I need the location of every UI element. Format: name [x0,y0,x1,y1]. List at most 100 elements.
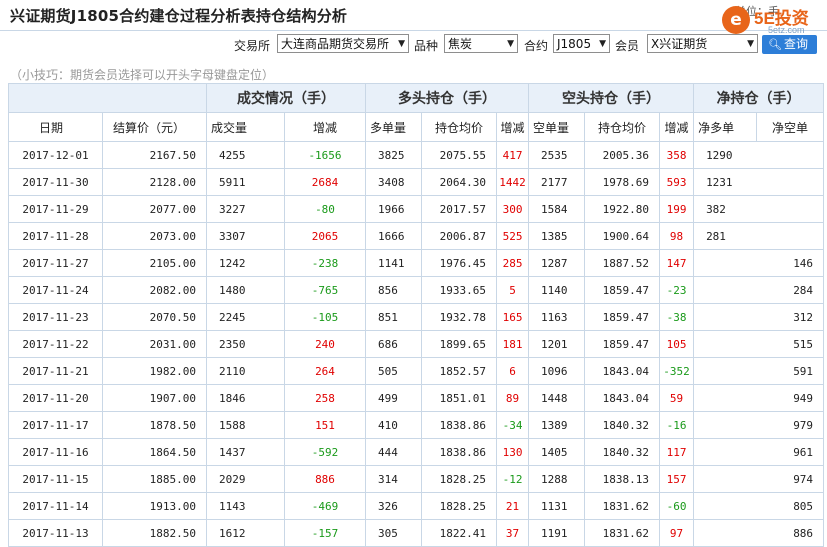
volume-change-cell: -80 [284,195,366,223]
position-table: 成交情况（手） 多头持仓（手） 空头持仓（手） 净持仓（手） 日期 结算价（元）成… [8,83,825,547]
net-long-cell [693,411,757,439]
variety-select[interactable]: 焦炭 ▼ [444,34,518,53]
net-long-cell [693,357,757,385]
table-row: 2017-11-17 1878.50 1588 151 410 1838.86 -34 138… [8,411,825,439]
net-long-cell [693,519,757,547]
volume-change-cell: -105 [284,303,366,331]
settle-price-cell: 2073.00 [102,222,207,250]
volume-change-cell: 2065 [284,222,366,250]
short-change-cell: 59 [659,384,695,412]
date-cell: 2017-11-24 [8,276,103,304]
long-qty-cell: 3408 [365,168,422,196]
long-avg-price-cell: 2075.55 [421,141,497,169]
short-qty-cell: 1096 [528,357,586,385]
member-select[interactable]: X兴证期货 ▼ [647,34,758,53]
contract-select[interactable]: J1805 ▼ [553,34,610,53]
volume-cell: 1143 [206,492,285,520]
long-qty-cell: 505 [365,357,422,385]
net-short-cell: 146 [756,249,825,277]
table-body: 2017-12-01 2167.50 4255 -1656 3825 2075.55 417… [8,141,825,547]
settle-price-cell: 1907.00 [102,384,207,412]
volume-header: 成交量 [206,112,285,142]
long-change-cell: 37 [495,519,530,547]
net-long-cell [693,276,757,304]
settle-price-cell: 1882.50 [102,519,207,547]
net-short-cell: 979 [756,411,825,439]
short-avg-price-cell: 1859.47 [584,276,661,304]
settle-price-header: 结算价（元） [102,112,207,142]
long-qty-cell: 410 [365,411,422,439]
long-change-cell: 300 [495,195,530,223]
volume-change-cell: -765 [284,276,366,304]
group-header-volume: 成交情况（手） [206,83,366,113]
short-avg-price-cell: 2005.36 [584,141,661,169]
volume-cell: 1846 [206,384,285,412]
date-cell: 2017-11-27 [8,249,103,277]
net-long-cell: 1290 [693,141,757,169]
short-qty-cell: 1163 [528,303,586,331]
exchange-select[interactable]: 大连商品期货交易所 ▼ [277,34,409,53]
date-cell: 2017-11-21 [8,357,103,385]
volume-cell: 2110 [206,357,285,385]
group-header-row: 成交情况（手） 多头持仓（手） 空头持仓（手） 净持仓（手） [8,83,825,113]
date-cell: 2017-11-28 [8,222,103,250]
date-cell: 2017-11-15 [8,465,103,493]
group-header-net: 净持仓（手） [693,83,825,113]
short-qty-cell: 1448 [528,384,586,412]
long-qty-cell: 686 [365,330,422,358]
settle-price-cell: 2105.00 [102,249,207,277]
long-avg-price-cell: 1933.65 [421,276,497,304]
table-row: 2017-11-24 2082.00 1480 -765 856 1933.65 5 1140… [8,276,825,304]
short-avg-price-cell: 1840.32 [584,411,661,439]
table-row: 2017-11-29 2077.00 3227 -80 1966 2017.57 300 15… [8,195,825,223]
settle-price-cell: 2128.00 [102,168,207,196]
date-cell: 2017-11-17 [8,411,103,439]
short-qty-header: 空单量 [528,112,586,142]
table-row: 2017-11-13 1882.50 1612 -157 305 1822.41 37 119… [8,519,825,547]
long-avg-price-cell: 1976.45 [421,249,497,277]
short-avg-price-cell: 1887.52 [584,249,661,277]
short-avg-price-cell: 1843.04 [584,384,661,412]
short-qty-cell: 1191 [528,519,586,547]
tip-text: （小技巧：期货会员选择可以开头字母键盘定位） [10,68,275,82]
net-long-cell [693,384,757,412]
chevron-down-icon: ▼ [747,39,754,49]
variety-select-value: 焦炭 [448,37,473,51]
settle-price-cell: 2077.00 [102,195,207,223]
net-long-cell: 382 [693,195,757,223]
volume-change-cell: -157 [284,519,366,547]
long-qty-cell: 856 [365,276,422,304]
net-short-cell: 949 [756,384,825,412]
short-change-cell: -352 [659,357,695,385]
short-qty-cell: 1140 [528,276,586,304]
net-short-header: 净空单 [756,112,825,142]
short-avg-price-cell: 1859.47 [584,303,661,331]
long-change-cell: 417 [495,141,530,169]
short-qty-cell: 2535 [528,141,586,169]
short-change-cell: 97 [659,519,695,547]
short-change-cell: 117 [659,438,695,466]
short-qty-cell: 1389 [528,411,586,439]
long-change-cell: 21 [495,492,530,520]
date-cell: 2017-11-30 [8,168,103,196]
long-qty-cell: 499 [365,384,422,412]
query-button[interactable]: 🔍︎ 查询 [762,35,817,54]
long-change-cell: 165 [495,303,530,331]
group-header-blank [8,83,207,113]
date-cell: 2017-12-01 [8,141,103,169]
volume-change-cell: 2684 [284,168,366,196]
long-avg-price-cell: 1852.57 [421,357,497,385]
short-change-cell: 358 [659,141,695,169]
net-long-cell [693,465,757,493]
volume-change-cell: 886 [284,465,366,493]
net-long-cell: 281 [693,222,757,250]
date-cell: 2017-11-14 [8,492,103,520]
settle-price-cell: 1878.50 [102,411,207,439]
date-cell: 2017-11-29 [8,195,103,223]
short-avg-price-cell: 1831.62 [584,492,661,520]
table-row: 2017-11-21 1982.00 2110 264 505 1852.57 6 1096 1… [8,357,825,385]
short-change-header: 增减 [659,112,695,142]
table-row: 2017-11-14 1913.00 1143 -469 326 1828.25 21 113… [8,492,825,520]
short-avg-price-cell: 1859.47 [584,330,661,358]
net-long-cell [693,303,757,331]
